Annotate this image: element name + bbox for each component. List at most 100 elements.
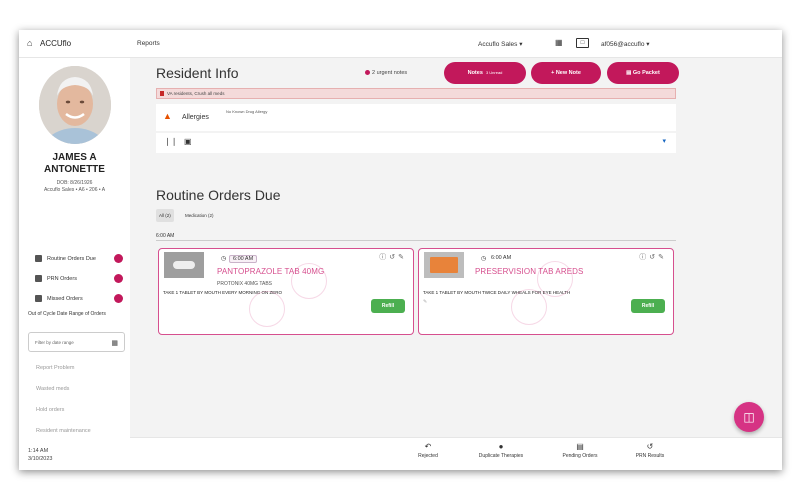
- id-card-icon[interactable]: ▣: [184, 137, 192, 146]
- clipboard-icon: [35, 255, 42, 262]
- bottom-action-bar: ↶ Rejected ● Duplicate Therapies ▤ Pendi…: [130, 437, 782, 470]
- date-filter-placeholder: Filter by date range: [35, 340, 74, 345]
- duplicate-therapies-tab[interactable]: ● Duplicate Therapies: [463, 442, 539, 459]
- notes-button[interactable]: Notes 3 Unread: [444, 62, 526, 84]
- status-dot: [114, 294, 123, 303]
- medication-image: [164, 252, 204, 278]
- rejected-tab[interactable]: ↶ Rejected: [408, 442, 448, 459]
- tab-all[interactable]: All (2): [156, 209, 174, 222]
- order-time: 6:00 AM: [491, 255, 512, 261]
- status-dot: [114, 274, 123, 283]
- watermark-circle: [249, 291, 285, 327]
- resident-name-first: JAMES A: [52, 152, 97, 163]
- resident-photo: [39, 66, 111, 144]
- prn-results-tab[interactable]: ↺ PRN Results: [620, 442, 680, 459]
- resident-maintenance-link[interactable]: Resident maintenance: [36, 428, 91, 434]
- tab-medication[interactable]: Medication (2): [182, 209, 217, 222]
- sidebar-item-label: PRN Orders: [47, 275, 77, 282]
- reply-icon: ↶: [424, 442, 432, 451]
- page-title: Resident Info: [156, 65, 239, 81]
- current-date: 3/10/2023: [28, 456, 53, 462]
- duplicate-therapies-label: Duplicate Therapies: [478, 453, 524, 459]
- floating-action-button[interactable]: ◫: [734, 402, 764, 432]
- resident-location: Accuflo Sales • A6 • 206 • A: [43, 187, 106, 193]
- alert-text: VA residents, Crush all meds: [167, 91, 225, 96]
- alert-icon: [160, 91, 164, 96]
- orders-title: Routine Orders Due: [156, 187, 281, 203]
- warning-icon: ▲: [163, 111, 172, 121]
- notes-button-label: Notes: [467, 70, 483, 76]
- medication-image: [424, 252, 464, 278]
- undo-icon[interactable]: ↺: [389, 254, 398, 261]
- current-time: 1:14 AM: [28, 448, 49, 454]
- diet-utensils-icon[interactable]: ❘❘: [164, 137, 177, 146]
- sidebar-item-label: Missed Orders: [47, 295, 83, 302]
- card-actions: ⓘ↺✎: [639, 252, 667, 262]
- sidebar-item-routine-orders[interactable]: Routine Orders Due: [35, 254, 125, 263]
- home-icon[interactable]: ⌂: [27, 38, 32, 48]
- wasted-meds-link[interactable]: Wasted meds: [36, 386, 69, 392]
- refill-button[interactable]: Refill: [371, 299, 405, 313]
- urgent-notes[interactable]: 2 urgent notes: [365, 70, 407, 76]
- order-card[interactable]: ◷ 6:00 AM ⓘ↺✎ PRESERVISION TAB AREDS TAK…: [418, 248, 674, 335]
- date-range-filter[interactable]: Filter by date range ▦: [28, 332, 125, 352]
- reports-link[interactable]: Reports: [137, 40, 160, 47]
- main-content: Resident Info 2 urgent notes Notes 3 Unr…: [130, 58, 782, 437]
- sidebar-item-missed-orders[interactable]: Missed Orders: [35, 294, 125, 303]
- facility-selector[interactable]: Accuflo Sales ▾: [478, 40, 522, 48]
- chevron-down-icon: ▾: [519, 41, 523, 48]
- prn-results-label: PRN Results: [635, 453, 665, 459]
- edit-icon[interactable]: ✎: [423, 299, 427, 305]
- hold-orders-link[interactable]: Hold orders: [36, 407, 64, 413]
- allergies-value: No Known Drug Allergy: [226, 109, 268, 114]
- monitor-icon[interactable]: □: [576, 38, 589, 48]
- status-dot: [114, 254, 123, 263]
- new-note-button[interactable]: + New Note: [531, 62, 601, 84]
- report-problem-link[interactable]: Report Problem: [36, 365, 75, 371]
- app-window: ⌂ ACCUflo Reports Accuflo Sales ▾ ▦ □ af…: [19, 30, 782, 470]
- sidebar-item-label: Routine Orders Due: [47, 255, 96, 262]
- time-group-header: 6:00 AM: [156, 233, 175, 239]
- monitor-plus-icon: ◫: [743, 410, 755, 424]
- rejected-label: Rejected: [418, 453, 438, 459]
- order-card[interactable]: ◷ 6:00 AM ⓘ↺✎ PANTOPRAZOLE TAB 40MG PROT…: [158, 248, 414, 335]
- go-packet-button[interactable]: ▤ Go Packet: [607, 62, 679, 84]
- order-time: 6:00 AM: [229, 255, 258, 263]
- grid-icon[interactable]: ▦: [555, 38, 563, 47]
- refill-button[interactable]: Refill: [631, 299, 665, 313]
- alert-circle-icon: ●: [498, 442, 504, 451]
- document-icon: ▤: [576, 442, 584, 451]
- resident-dob: DOB: 8/26/1926: [56, 180, 93, 186]
- card-actions: ⓘ↺✎: [379, 252, 407, 262]
- history-icon: ↺: [646, 442, 654, 451]
- resident-name-last: ANTONETTE: [44, 164, 105, 175]
- top-bar: ⌂ ACCUflo Reports Accuflo Sales ▾ ▦ □ af…: [19, 30, 782, 58]
- undo-icon[interactable]: ↺: [649, 254, 658, 261]
- watermark-circle: [537, 261, 573, 297]
- pending-orders-label: Pending Orders: [562, 453, 598, 459]
- urgent-notes-label: 2 urgent notes: [372, 70, 408, 76]
- generic-name: PROTONIX 40MG TABS: [217, 281, 273, 287]
- pending-orders-tab[interactable]: ▤ Pending Orders: [552, 442, 608, 459]
- divider: [156, 240, 676, 241]
- app-brand[interactable]: ACCUflo: [40, 39, 71, 48]
- calendar-icon: ▦: [111, 340, 118, 347]
- info-icon[interactable]: ⓘ: [639, 254, 649, 261]
- go-packet-label: Go Packet: [632, 70, 660, 76]
- sidebar: JAMES A ANTONETTE DOB: 8/26/1926 Accuflo…: [19, 58, 130, 470]
- watermark-circle: [291, 263, 327, 299]
- resident-alert: VA residents, Crush all meds: [156, 88, 676, 99]
- user-menu[interactable]: af056@accuflo ▾: [601, 40, 650, 48]
- edit-icon[interactable]: ✎: [398, 254, 407, 261]
- chevron-down-icon[interactable]: ▾: [662, 137, 666, 145]
- info-icon[interactable]: ⓘ: [379, 254, 389, 261]
- sidebar-item-prn-orders[interactable]: PRN Orders: [35, 274, 125, 283]
- packet-icon: ▤: [626, 70, 632, 76]
- edit-icon[interactable]: ✎: [658, 254, 667, 261]
- clock-icon: ◷: [221, 256, 227, 262]
- notes-unread-badge: 3 Unread: [485, 70, 503, 75]
- chevron-down-icon: ▾: [646, 41, 650, 48]
- watermark-circle: [511, 289, 547, 325]
- clock-icon: ◷: [481, 256, 487, 262]
- resident-icons-row: ❘❘ ▣ ▾: [156, 133, 676, 153]
